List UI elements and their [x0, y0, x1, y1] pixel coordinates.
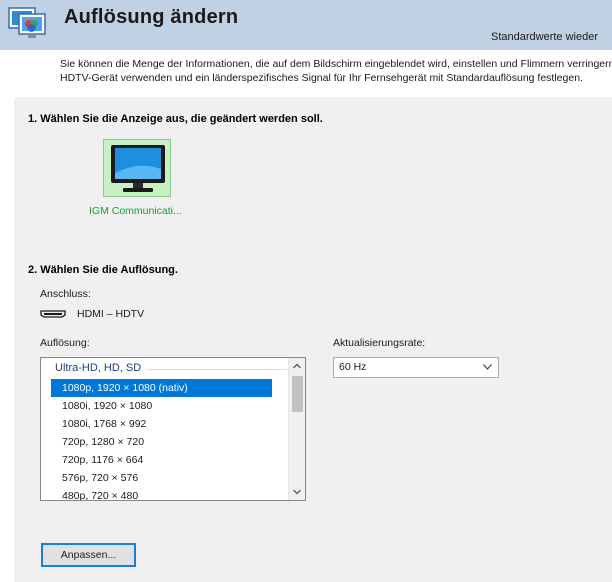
resolution-listbox[interactable]: Ultra-HD, HD, SD 1080p, 1920 × 1080 (nat… [40, 357, 306, 501]
step2-title: 2. Wählen Sie die Auflösung. [28, 264, 178, 276]
resolution-item[interactable]: 1080i, 1768 × 992 [51, 415, 272, 433]
step1-title: 1. Wählen Sie die Anzeige aus, die geänd… [28, 113, 323, 125]
monitor-icon [111, 145, 165, 192]
resolution-scrollbar[interactable] [288, 358, 305, 500]
scroll-up-arrow-icon[interactable] [289, 358, 305, 374]
hdmi-connector-icon [40, 310, 66, 318]
intro-text: Sie können die Menge der Informationen, … [60, 57, 612, 85]
resolution-item[interactable]: 1080i, 1920 × 1080 [51, 397, 272, 415]
connection-value: HDMI – HDTV [77, 308, 145, 320]
refresh-rate-dropdown[interactable]: 60 Hz [333, 357, 499, 378]
display-settings-icon [8, 7, 46, 38]
resolution-label: Auflösung: [40, 337, 90, 349]
chevron-down-icon [483, 364, 492, 370]
customize-button[interactable]: Anpassen... [41, 543, 136, 567]
refresh-rate-label: Aktualisierungsrate: [333, 337, 426, 349]
resolution-item[interactable]: 576p, 720 × 576 [51, 469, 272, 487]
connection-label: Anschluss: [40, 288, 91, 300]
resolution-item[interactable]: 720p, 1176 × 664 [51, 451, 272, 469]
scroll-thumb[interactable] [292, 376, 303, 412]
group-divider [147, 369, 287, 370]
resolution-item-selected[interactable]: 1080p, 1920 × 1080 (nativ) [51, 379, 272, 397]
resolution-item[interactable]: 480p, 720 × 480 [51, 487, 272, 500]
resolution-group-header: Ultra-HD, HD, SD [55, 362, 142, 374]
display-tile[interactable] [103, 139, 171, 197]
page-title: Auflösung ändern [64, 6, 239, 28]
intro-line-1: Sie können die Menge der Informationen, … [60, 58, 612, 70]
scroll-down-arrow-icon[interactable] [289, 484, 305, 500]
header-bar: Auflösung ändern Standardwerte wieder [0, 0, 612, 50]
restore-defaults-link[interactable]: Standardwerte wieder [491, 31, 598, 43]
resolution-item[interactable]: 720p, 1280 × 720 [51, 433, 272, 451]
display-name: IGM Communicati... [89, 205, 182, 217]
intro-line-2: HDTV-Gerät verwenden und ein länderspezi… [60, 72, 583, 84]
refresh-rate-value: 60 Hz [339, 361, 367, 373]
